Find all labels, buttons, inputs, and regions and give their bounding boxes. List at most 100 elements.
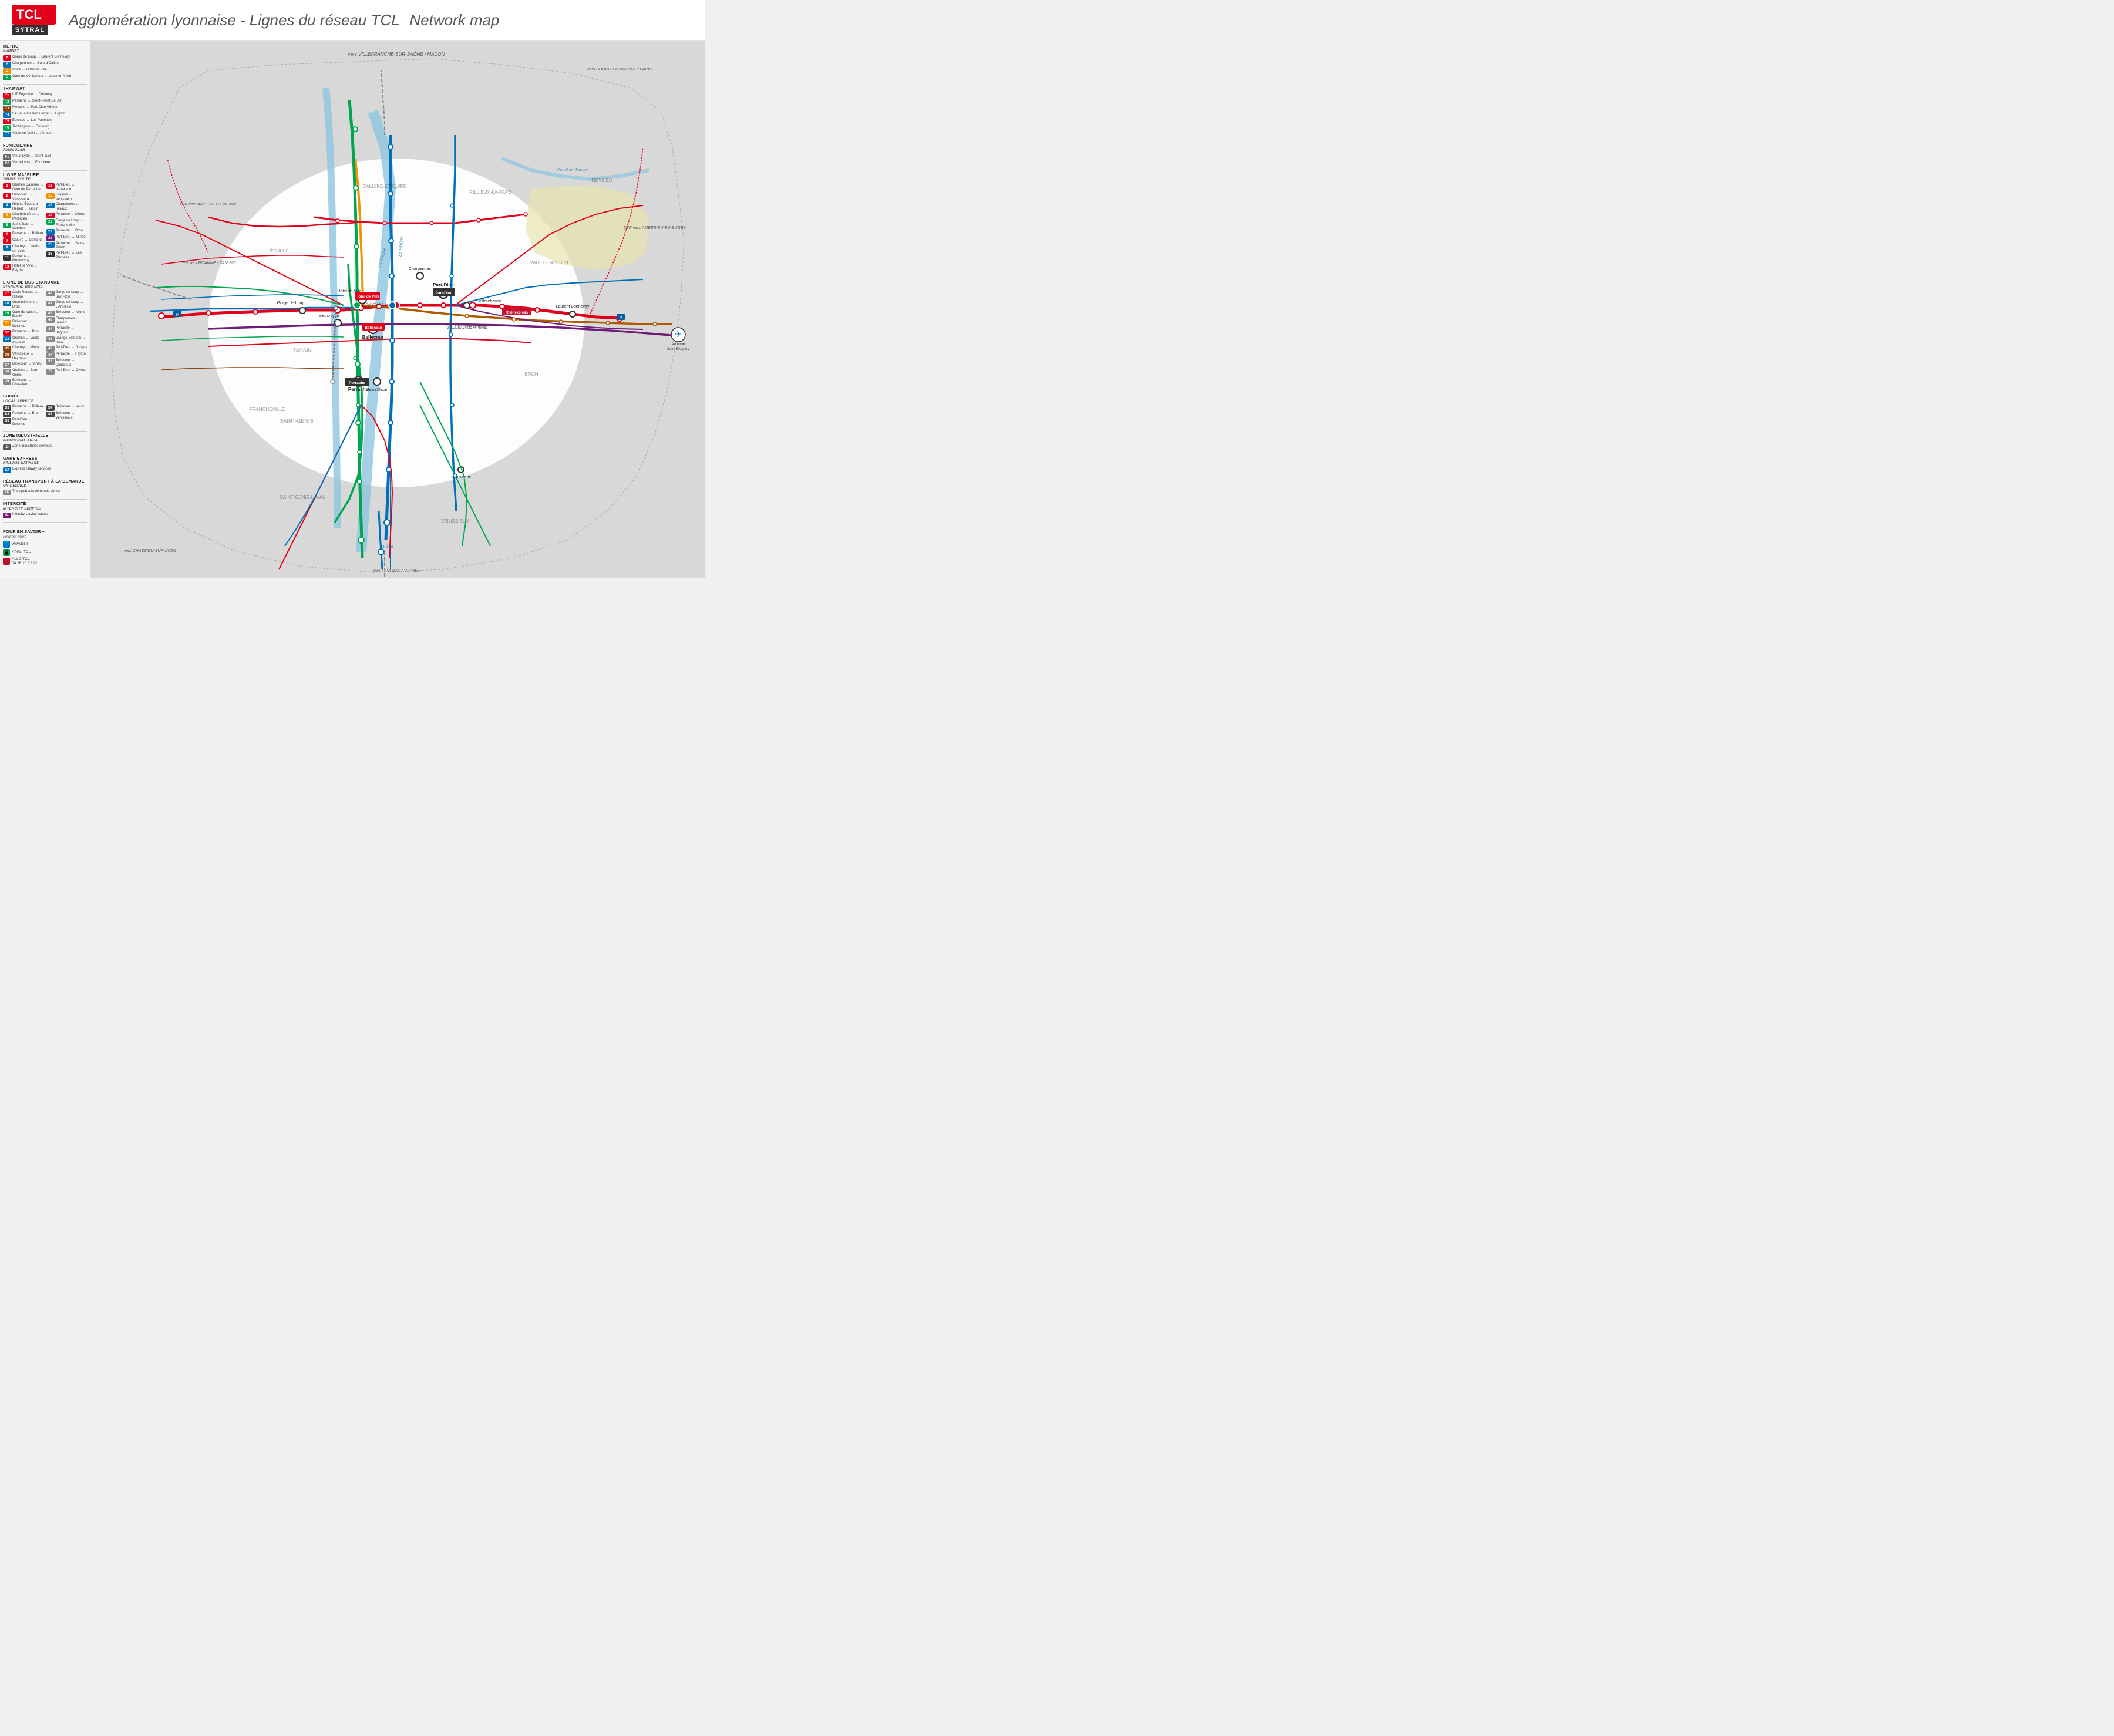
line-badge: EX [3, 467, 11, 473]
main-content: MÉTRO SUBWAY A Gorge de Loup ↔ Laurent B… [0, 41, 705, 578]
legend-item: T4 La Doua Gaston Berger ↔ Feyzin [3, 112, 87, 118]
title-subtitle: Network map [409, 11, 499, 29]
svg-text:Charpennes: Charpennes [409, 267, 432, 271]
legend-item: 32 Perrache ↔ Bron [3, 330, 45, 336]
soiree-title: SOIRÉE LOCAL SERVICE [3, 395, 87, 404]
metro-title: MÉTRO SUBWAY [3, 45, 87, 54]
line-badge: 45 [46, 336, 55, 342]
line-badge: S4 [46, 405, 55, 411]
line-badge: 26 [46, 251, 55, 257]
legend-item: S3 Part-Dieu ↔ Decines [3, 418, 45, 427]
legend-item: C Cuire ↔ Hôtel de Ville [3, 68, 87, 74]
legend-item: 40 Gorge de Loup ↔ Saint-Cyr [46, 291, 88, 300]
line-badge: ZI [3, 444, 11, 450]
svg-text:Bellecour: Bellecour [365, 326, 382, 330]
line-badge: 43 [46, 317, 55, 323]
line-badge: 42 [46, 311, 55, 316]
svg-text:VAULX-EN-VELIN: VAULX-EN-VELIN [530, 260, 568, 265]
legend-item: 38 Graines ↔ Saint-Genis [3, 369, 45, 378]
app-info[interactable]: 📱 APPLI TCL [3, 549, 87, 556]
svg-text:Part-Dieu: Part-Dieu [433, 282, 454, 288]
line-badge: 28 [3, 301, 11, 306]
metro-d-badge: D [3, 75, 11, 80]
legend-item: 27 Croix-Rousse ↔ Rillieux [3, 291, 45, 300]
title-main: Agglomération lyonnaise - Lignes du rése… [69, 11, 400, 29]
line-badge: 38 [3, 369, 11, 375]
legend-item: T5 Eurexpo ↔ Les Panettes [3, 119, 87, 124]
legend-item: 19 Perrache ↔ Mions [46, 213, 88, 218]
legend-sidebar: MÉTRO SUBWAY A Gorge de Loup ↔ Laurent B… [0, 41, 91, 578]
line-badge: 47 [46, 352, 55, 358]
standard-bus-columns: 27 Croix-Rousse ↔ Rillieux 28 Grandcléme… [3, 291, 87, 388]
svg-text:Perrache: Perrache [348, 387, 369, 392]
legend-item: 31 Bellecour ↔ Décines [3, 320, 45, 329]
web-icon: 🌐 [3, 541, 10, 548]
line-badge: 25 [46, 242, 55, 248]
legend-item: 23 Perrache ↔ Bron [46, 229, 88, 235]
line-badge: 7 [3, 238, 11, 244]
svg-text:Hôtel de Ville: Hôtel de Ville [356, 295, 380, 299]
legend-item: 37 Bellecour ↔ Virieu [3, 362, 45, 368]
line-badge: IC [3, 513, 11, 518]
legend-item: 15 Graines ↔ Vénissieux [46, 193, 88, 203]
svg-text:TER vers AMBÉRIEU / VIENNE: TER vers AMBÉRIEU / VIENNE [179, 201, 238, 207]
network-map: Bellecour Perrache Part-Dieu Hôtel de Vi… [91, 41, 705, 578]
line-badge: S3 [3, 418, 11, 424]
svg-text:FRANCHEVILLE: FRANCHEVILLE [250, 407, 285, 412]
line-badge: 19 [46, 213, 55, 218]
tram-t7-badge: T7 [3, 132, 11, 137]
legend-item: 33 Graines ↔ Vaulx-en-Velin [3, 336, 45, 346]
legend-item: 13 Part-Dieu ↔ Vernaison [46, 183, 88, 193]
industrial-legend: ZONE INDUSTRIELLE INDUSTRIAL AREA ZI Zon… [3, 434, 87, 450]
ondemand-title: RÉSEAU TRANSPORT À LA DEMANDE ON-DEMAND [3, 480, 87, 489]
map-area[interactable]: Bellecour Perrache Part-Dieu Hôtel de Vi… [91, 41, 705, 578]
line-badge: 41 [46, 301, 55, 306]
legend-item: 28 Grandclément ↔ Bron [3, 301, 45, 310]
legend-item: 43 Charpennes ↔ Rillieux [46, 317, 88, 326]
legend-item: T2 Perrache ↔ Saint-Priest Bel Air [3, 99, 87, 105]
svg-text:Laurent Bonnevay: Laurent Bonnevay [556, 305, 590, 309]
line-badge: S2 [3, 412, 11, 417]
line-badge: 3 [3, 203, 11, 208]
svg-text:vers BOURG-EN-BRESSE / PARIS: vers BOURG-EN-BRESSE / PARIS [587, 68, 652, 72]
legend-item: 36 Vénissieux ↔ Heyrieux [3, 352, 45, 362]
svg-text:LYON: LYON [362, 301, 384, 310]
svg-text:P: P [176, 314, 179, 317]
svg-text:Part-Dieu: Part-Dieu [436, 291, 453, 295]
svg-text:SAINT-GENIS-LAVAL: SAINT-GENIS-LAVAL [280, 495, 325, 500]
legend-item: 52 Bellecour ↔ Quincieux [46, 359, 88, 368]
svg-text:Perrache: Perrache [349, 381, 365, 385]
industrial-title: ZONE INDUSTRIELLE INDUSTRIAL AREA [3, 434, 87, 443]
legend-item: 25 Perrache ↔ Saint-Priest [46, 242, 88, 251]
phone-icon: 📞 [3, 558, 10, 565]
line-badge: 1 [3, 183, 11, 189]
legend-item: 47 Perrache ↔ Feyzin [46, 352, 88, 358]
legend-item: A Gorge de Loup ↔ Laurent Bonnevay [3, 55, 87, 61]
svg-text:ÉCULLY: ÉCULLY [270, 248, 288, 254]
funicular-legend: FUNICULAIRE FUNICULAR F1 Vieux-Lyon ↔ Sa… [3, 144, 87, 167]
line-badge: S5 [46, 412, 55, 417]
svg-text:Oullins: Oullins [381, 545, 394, 549]
legend-item: T6 Technopole ↔ Debourg [3, 125, 87, 131]
line-badge: 35 [3, 346, 11, 352]
tram-t3-badge: T3 [3, 106, 11, 112]
legend-item: 70 Part-Dieu ↔ Givors [46, 369, 88, 375]
legend-item: F1 Vieux-Lyon ↔ Saint-Just [3, 154, 87, 160]
legend-item: T3 Meyzieu ↔ Part-Dieu Villette [3, 106, 87, 112]
phone-info[interactable]: 📞 ALLÔ TCL 04 26 10 12 12 [3, 557, 87, 565]
sytral-logo: SYTRAL [12, 25, 48, 35]
website-info[interactable]: 🌐 www.tcl.fr [3, 541, 87, 548]
legend-item: 39 Bellecour ↔ Chassieu [3, 379, 45, 388]
legend-item: EX Express railway services [3, 467, 87, 473]
legend-item: IC Intercity service routes [3, 513, 87, 518]
line-badge: 27 [3, 291, 11, 296]
metro-a-badge: A [3, 55, 11, 61]
legend-item: 4 Charbonnières ↔ Part-Dieu [3, 213, 45, 222]
tram-t4-badge: T4 [3, 112, 11, 118]
line-badge: 52 [46, 359, 55, 365]
legend-item: TD Transport à la demande zones [3, 490, 87, 495]
soiree-legend: SOIRÉE LOCAL SERVICE S1 Perrache ↔ Rilli… [3, 395, 87, 427]
svg-text:P: P [620, 316, 622, 320]
major-lines-columns: 1 Graines Caserne ↔ Gare de Perrache 2 B… [3, 183, 87, 274]
major-lines-legend: LIGNE MAJEURE TRUNK ROUTE 1 Graines Case… [3, 173, 87, 274]
